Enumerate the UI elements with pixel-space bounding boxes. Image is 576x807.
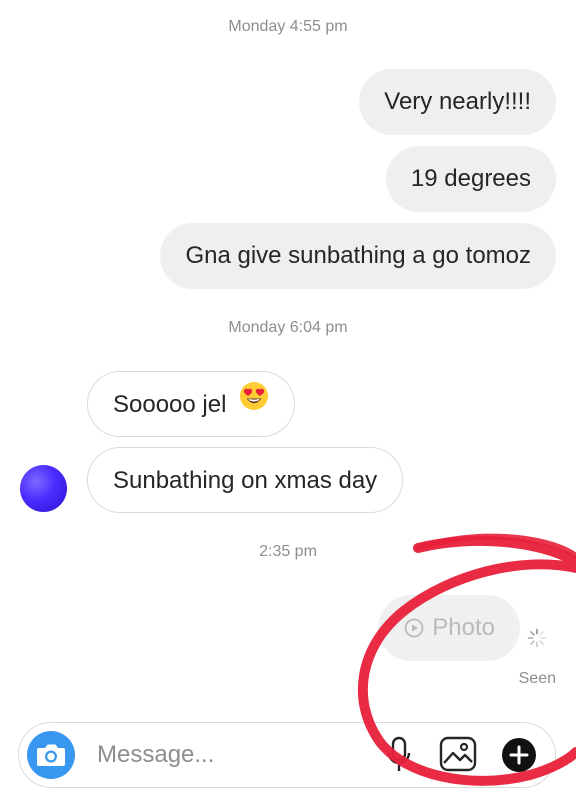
message-text: Sooooo jel <box>113 391 227 418</box>
play-circle-icon <box>404 618 424 638</box>
heart-eyes-emoji <box>239 371 269 437</box>
message-bubble-outgoing[interactable]: Very nearly!!!! <box>359 69 556 135</box>
gallery-icon <box>439 736 477 772</box>
timestamp: Monday 4:55 pm <box>228 18 348 35</box>
message-bubble-incoming[interactable]: Sunbathing on xmas day <box>87 447 404 513</box>
avatar[interactable] <box>20 465 67 512</box>
plus-icon <box>501 737 537 773</box>
more-button[interactable] <box>501 737 537 773</box>
microphone-button[interactable] <box>387 736 411 774</box>
message-input[interactable] <box>97 723 357 786</box>
loading-spinner-icon <box>527 628 547 653</box>
message-bubble-outgoing[interactable]: Gna give sunbathing a go tomoz <box>160 223 556 289</box>
seen-status: Seen <box>518 670 556 687</box>
camera-button[interactable] <box>27 731 75 779</box>
photo-label: Photo <box>432 614 495 641</box>
message-bubble-incoming[interactable]: Sooooo jel <box>87 371 296 437</box>
message-bubble-outgoing[interactable]: 19 degrees <box>385 146 556 212</box>
message-composer <box>18 722 556 788</box>
microphone-icon <box>387 736 411 774</box>
photo-message-bubble[interactable]: Photo <box>378 595 520 661</box>
gallery-button[interactable] <box>439 736 477 772</box>
timestamp: Monday 6:04 pm <box>228 319 348 336</box>
timestamp: 2:35 pm <box>259 543 317 560</box>
camera-icon <box>36 742 66 768</box>
